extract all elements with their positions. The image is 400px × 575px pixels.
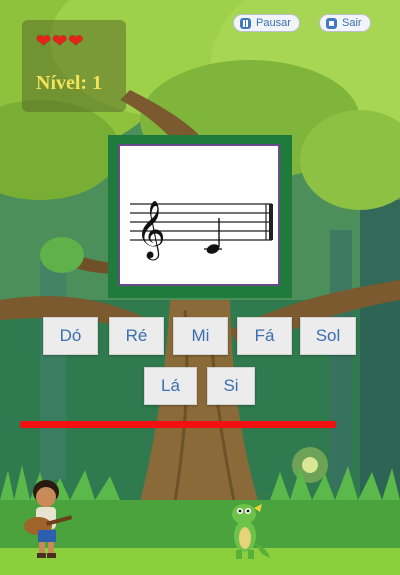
- treble-clef-icon: 𝄞: [136, 200, 166, 261]
- pause-button[interactable]: Pausar: [233, 14, 300, 32]
- lives-indicator: ❤ ❤ ❤: [36, 33, 83, 51]
- exit-button[interactable]: Sair: [319, 14, 371, 32]
- note-head: [204, 218, 222, 254]
- pause-button-label: Pausar: [256, 17, 291, 29]
- answer-do-button[interactable]: Dó: [43, 317, 98, 355]
- answer-si-button[interactable]: Si: [207, 367, 255, 405]
- status-panel: ❤ ❤ ❤ Nível: 1: [22, 20, 126, 112]
- level-label: Nível: 1: [36, 72, 103, 94]
- answer-re-button[interactable]: Ré: [109, 317, 164, 355]
- answer-mi-button[interactable]: Mi: [173, 317, 228, 355]
- final-barline: [269, 204, 273, 240]
- dinosaur-character: [232, 504, 270, 559]
- heart-icon: ❤: [36, 31, 52, 52]
- note-card: 𝄞: [108, 135, 292, 298]
- stop-icon: [326, 17, 337, 29]
- heart-icon: ❤: [68, 31, 84, 52]
- music-staff: 𝄞: [130, 200, 273, 261]
- boy-guitar-character: [24, 480, 73, 558]
- answer-sol-button[interactable]: Sol: [300, 317, 356, 355]
- exit-button-label: Sair: [342, 17, 362, 29]
- heart-icon: ❤: [52, 31, 68, 52]
- answer-fa-button[interactable]: Fá: [237, 317, 292, 355]
- answer-la-button[interactable]: Lá: [144, 367, 197, 405]
- staff-frame: 𝄞: [118, 144, 280, 286]
- time-remaining-bar: [20, 421, 336, 428]
- pause-icon: [240, 17, 251, 29]
